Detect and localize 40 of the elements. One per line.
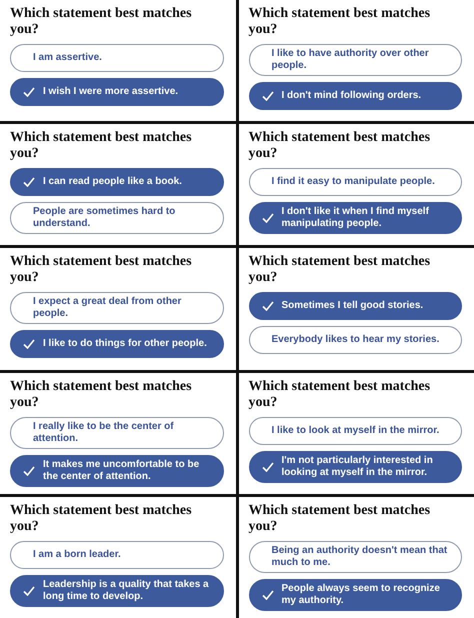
check-icon	[23, 177, 35, 188]
question-title: Which statement best matches you?	[10, 254, 193, 286]
answer-option[interactable]: People are sometimes hard to understand.	[10, 202, 224, 234]
answer-option[interactable]: I am assertive.	[10, 44, 224, 72]
answer-option[interactable]: Everybody likes to hear my stories.	[248, 326, 462, 354]
question-title: Which statement best matches you?	[248, 130, 432, 162]
check-icon	[23, 466, 35, 476]
answer-option[interactable]: Being an authority doesn't mean that much to me.	[248, 540, 462, 573]
check-icon	[262, 590, 274, 600]
question-title: Which statement best matches you?	[10, 130, 193, 162]
question-title: Which statement best matches you?	[10, 378, 193, 411]
question-title: Which statement best matches you?	[248, 378, 432, 411]
answer-option[interactable]: I expect a great deal from other people.	[10, 292, 224, 324]
answer-option[interactable]: I really like to be the center of attention.	[10, 416, 224, 449]
answer-option[interactable]: I can read people like a book.	[10, 168, 224, 196]
check-icon	[23, 339, 35, 350]
answer-option[interactable]: Leadership is a quality that takes a long time to develop.	[10, 574, 224, 607]
question-title: Which statement best matches you?	[248, 502, 432, 535]
answer-option[interactable]: It makes me uncomfortable to be the center of attention.	[10, 454, 224, 487]
check-icon	[23, 87, 35, 97]
answer-option[interactable]: People always seem to recognize my authority.	[248, 578, 462, 611]
answer-option[interactable]: Sometimes I tell good stories.	[248, 292, 462, 320]
answer-option[interactable]: I am a born leader.	[10, 540, 224, 569]
question-title: Which statement best matches you?	[248, 254, 432, 286]
answer-option[interactable]: I don't like it when I find myself manipulating people.	[248, 202, 462, 234]
answer-option[interactable]: I'm not particularly interested in looking at myself in the mirror.	[248, 450, 462, 483]
answer-option[interactable]: I like to do things for other people.	[10, 330, 224, 358]
question-title: Which statement best matches you?	[248, 6, 432, 38]
check-icon	[23, 586, 35, 596]
answer-option[interactable]: I don't mind following orders.	[248, 82, 462, 110]
check-icon	[262, 301, 274, 312]
check-icon	[262, 91, 274, 101]
check-icon	[262, 213, 274, 224]
answer-option[interactable]: I wish I were more assertive.	[10, 78, 224, 106]
question-title: Which statement best matches you?	[10, 502, 193, 535]
check-icon	[262, 462, 274, 472]
answer-option[interactable]: I like to have authority over other people.	[248, 44, 462, 76]
answer-option[interactable]: I like to look at myself in the mirror.	[248, 416, 462, 445]
answer-option[interactable]: I find it easy to manipulate people.	[248, 168, 462, 196]
question-title: Which statement best matches you?	[10, 6, 193, 38]
